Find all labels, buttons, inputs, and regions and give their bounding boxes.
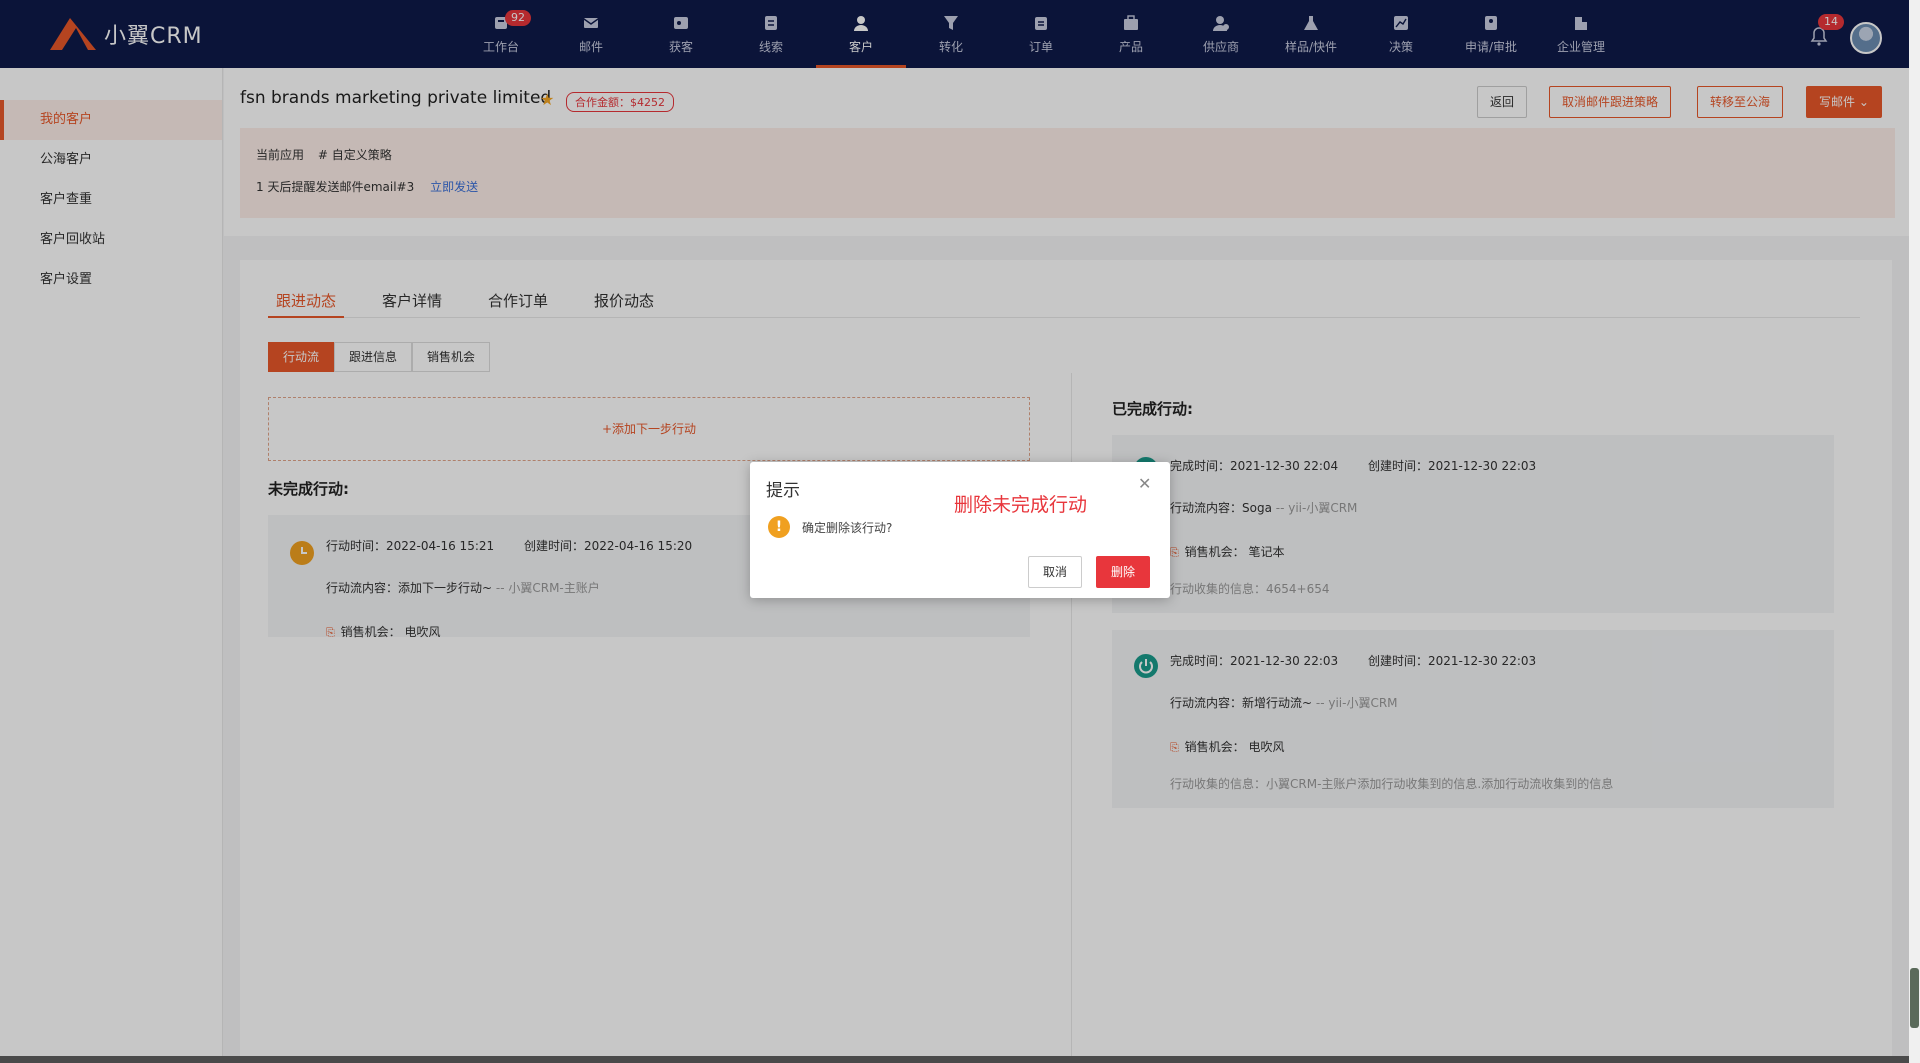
warning-icon: ! <box>768 516 790 538</box>
close-icon[interactable]: ✕ <box>1138 474 1151 493</box>
scrollbar-thumb[interactable] <box>1910 968 1919 1028</box>
dialog-title: 提示 <box>766 481 800 501</box>
cancel-button[interactable]: 取消 <box>1028 556 1083 588</box>
delete-button[interactable]: 删除 <box>1096 556 1151 588</box>
confirm-dialog: 提示 删除未完成行动 ✕ ! 确定删除该行动? 取消 删除 <box>750 462 1170 598</box>
dialog-annotation: 删除未完成行动 <box>954 494 1088 516</box>
scrollbar[interactable] <box>1909 0 1920 1063</box>
dialog-message: 确定删除该行动? <box>802 521 893 535</box>
bottom-bar <box>0 1056 1909 1063</box>
